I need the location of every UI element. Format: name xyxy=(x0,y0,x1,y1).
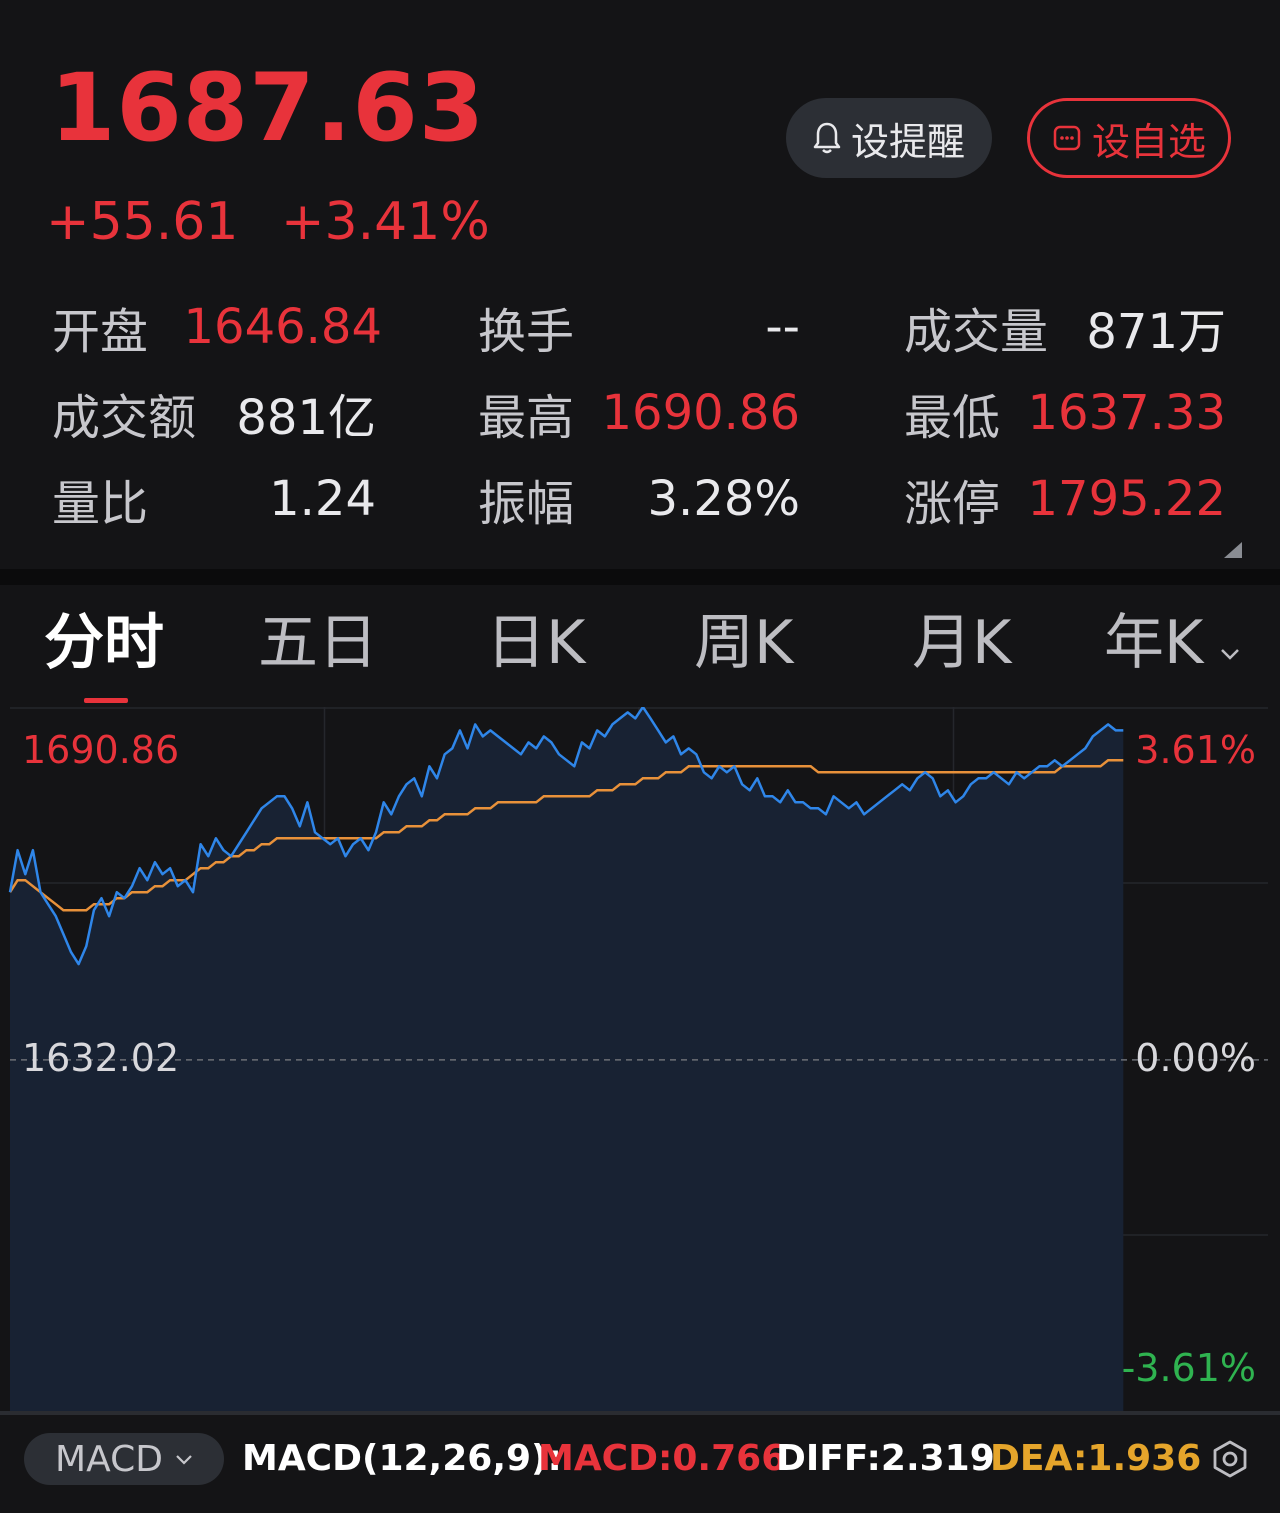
stat-turnover-rate: 换手 -- xyxy=(478,285,800,369)
quote-stats-grid: 开盘 1646.84 换手 -- 成交量 871万 成交额 881亿 最高 16… xyxy=(0,285,1280,545)
stat-low: 最低 1637.33 xyxy=(904,371,1226,455)
stat-value: 871万 xyxy=(1086,304,1226,360)
stat-value: 1690.86 xyxy=(601,385,801,441)
tab-daily-k[interactable]: 日K xyxy=(486,613,585,673)
settings-icon[interactable] xyxy=(1210,1439,1250,1479)
tab-weekly-k[interactable]: 周K xyxy=(694,613,793,673)
stat-label: 开盘 xyxy=(52,304,149,360)
stat-label: 涨停 xyxy=(904,476,1001,532)
set-alert-button[interactable]: 设提醒 xyxy=(786,98,992,178)
stat-value: 1637.33 xyxy=(1027,385,1227,441)
current-price: 1687.63 xyxy=(50,54,486,163)
add-to-watchlist-button[interactable]: 设自选 xyxy=(1027,98,1231,178)
stock-quote-screen: 1687.63 +55.61 +3.41% 设提醒 设自选 开盘 1646.84… xyxy=(0,0,1280,1513)
stat-label: 振幅 xyxy=(478,476,575,532)
chevron-down-icon xyxy=(176,1454,192,1465)
stat-volume: 成交量 871万 xyxy=(904,285,1226,369)
price-high-label: 1690.86 xyxy=(22,728,180,772)
stat-amount: 成交额 881亿 xyxy=(52,371,376,455)
indicator-dea-value: DEA:1.936 xyxy=(990,1438,1202,1479)
indicator-selector-label: MACD xyxy=(55,1438,163,1480)
stat-value: 1.24 xyxy=(269,471,376,527)
expand-stats-icon[interactable] xyxy=(1224,542,1242,558)
stat-volume-ratio: 量比 1.24 xyxy=(52,457,376,541)
intraday-chart-svg xyxy=(0,707,1280,1413)
set-alert-label: 设提醒 xyxy=(850,119,965,164)
indicator-macd-value: MACD:0.766 xyxy=(538,1438,787,1479)
stat-value: 1795.22 xyxy=(1027,471,1227,527)
stat-label: 量比 xyxy=(52,476,149,532)
stat-value: -- xyxy=(765,299,800,355)
tab-five-day[interactable]: 五日 xyxy=(258,613,378,673)
stat-label: 成交量 xyxy=(904,304,1049,360)
section-divider xyxy=(0,569,1280,585)
price-change: +55.61 xyxy=(46,192,239,252)
tab-intraday[interactable]: 分时 xyxy=(44,613,164,673)
stat-value: 3.28% xyxy=(647,471,800,527)
stat-value: 1646.84 xyxy=(183,299,383,355)
add-to-watchlist-label: 设自选 xyxy=(1091,119,1206,164)
base-price-label: 1632.02 xyxy=(22,1036,180,1080)
stat-label: 成交额 xyxy=(52,390,197,446)
watchlist-icon xyxy=(1053,125,1081,151)
indicator-params: MACD(12,26,9): xyxy=(242,1438,562,1479)
chart-period-tabs: 分时 五日 日K 周K 月K 年K xyxy=(0,595,1280,707)
stat-amplitude: 振幅 3.28% xyxy=(478,457,800,541)
stat-high: 最高 1690.86 xyxy=(478,371,800,455)
intraday-chart[interactable]: 1690.86 1632.02 3.61% 0.00% -3.61% xyxy=(0,707,1280,1413)
chevron-down-icon[interactable] xyxy=(1220,648,1240,660)
stat-limit-up: 涨停 1795.22 xyxy=(904,457,1226,541)
indicator-diff-value: DIFF:2.319 xyxy=(776,1438,995,1479)
indicator-bar: MACD MACD(12,26,9): MACD:0.766 DIFF:2.31… xyxy=(0,1413,1280,1513)
active-tab-indicator xyxy=(84,698,128,703)
stat-open: 开盘 1646.84 xyxy=(52,285,382,369)
pct-zero-label: 0.00% xyxy=(1135,1036,1256,1080)
tab-yearly-k[interactable]: 年K xyxy=(1104,613,1203,673)
pct-low-label: -3.61% xyxy=(1121,1346,1256,1390)
stat-label: 换手 xyxy=(478,304,575,360)
price-change-row: +55.61 +3.41% xyxy=(46,196,516,248)
price-change-percent: +3.41% xyxy=(280,192,490,252)
pct-high-label: 3.61% xyxy=(1135,728,1256,772)
indicator-selector[interactable]: MACD xyxy=(24,1433,224,1485)
stat-value: 881亿 xyxy=(236,390,376,446)
stat-label: 最高 xyxy=(478,390,575,446)
stat-label: 最低 xyxy=(904,390,1001,446)
tab-monthly-k[interactable]: 月K xyxy=(912,613,1011,673)
bell-icon xyxy=(813,122,841,154)
